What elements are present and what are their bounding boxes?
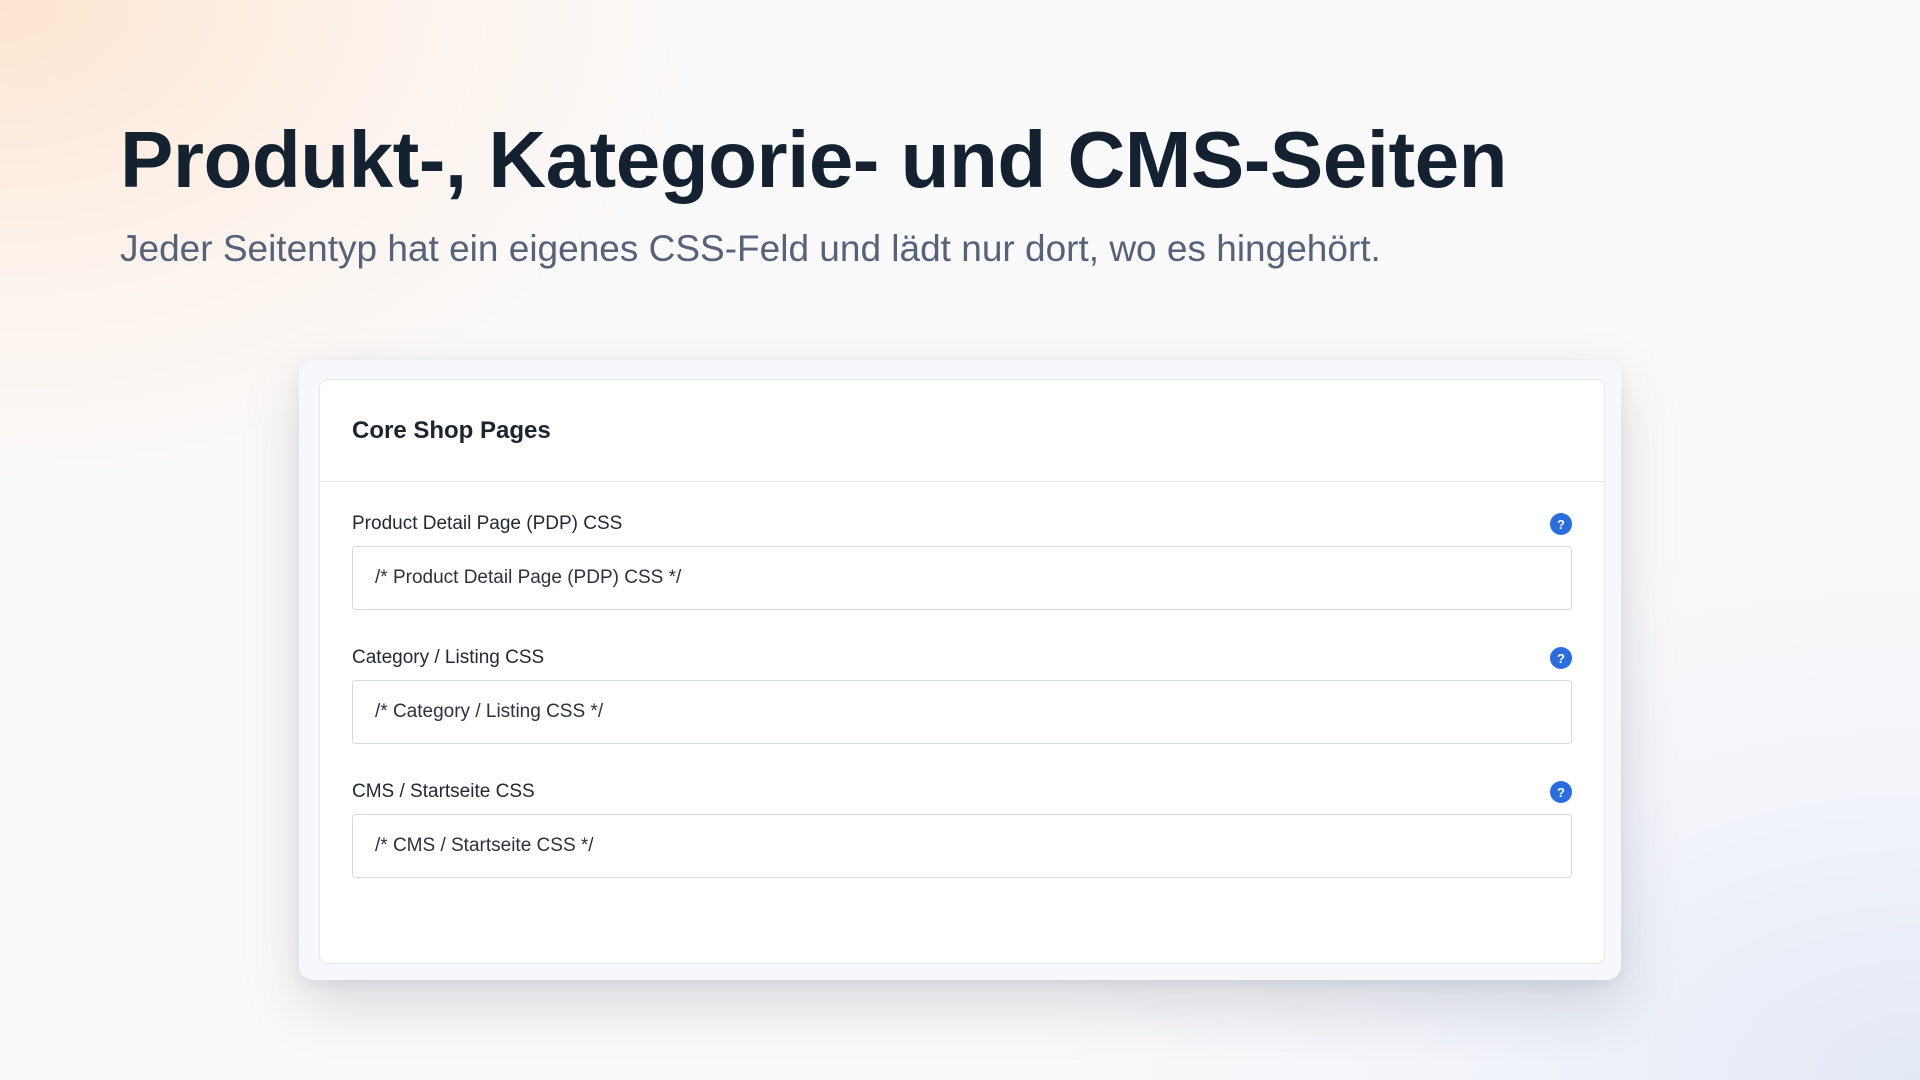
field-pdp-css: Product Detail Page (PDP) CSS ? xyxy=(352,512,1572,610)
field-label-row: Category / Listing CSS ? xyxy=(352,646,1572,670)
card-title: Core Shop Pages xyxy=(352,416,551,444)
field-label-row: Product Detail Page (PDP) CSS ? xyxy=(352,512,1572,536)
field-category-css: Category / Listing CSS ? xyxy=(352,646,1572,744)
help-icon[interactable]: ? xyxy=(1550,647,1572,669)
screenshot-frame: Core Shop Pages Product Detail Page (PDP… xyxy=(299,360,1621,980)
page-headline: Produkt-, Kategorie- und CMS-Seiten xyxy=(120,115,1508,204)
cms-css-input[interactable] xyxy=(352,814,1572,878)
pdp-css-input[interactable] xyxy=(352,546,1572,610)
field-cms-css: CMS / Startseite CSS ? xyxy=(352,780,1572,878)
help-icon[interactable]: ? xyxy=(1550,513,1572,535)
field-label-pdp-css: Product Detail Page (PDP) CSS xyxy=(352,513,623,534)
card-header: Core Shop Pages xyxy=(320,380,1604,482)
card-body: Product Detail Page (PDP) CSS ? Category… xyxy=(320,482,1604,878)
category-css-input[interactable] xyxy=(352,680,1572,744)
field-label-cms-css: CMS / Startseite CSS xyxy=(352,781,535,802)
field-label-category-css: Category / Listing CSS xyxy=(352,647,545,668)
field-label-row: CMS / Startseite CSS ? xyxy=(352,780,1572,804)
settings-card: Core Shop Pages Product Detail Page (PDP… xyxy=(319,379,1605,964)
page-subtitle: Jeder Seitentyp hat ein eigenes CSS-Feld… xyxy=(120,228,1381,269)
help-icon[interactable]: ? xyxy=(1550,781,1572,803)
